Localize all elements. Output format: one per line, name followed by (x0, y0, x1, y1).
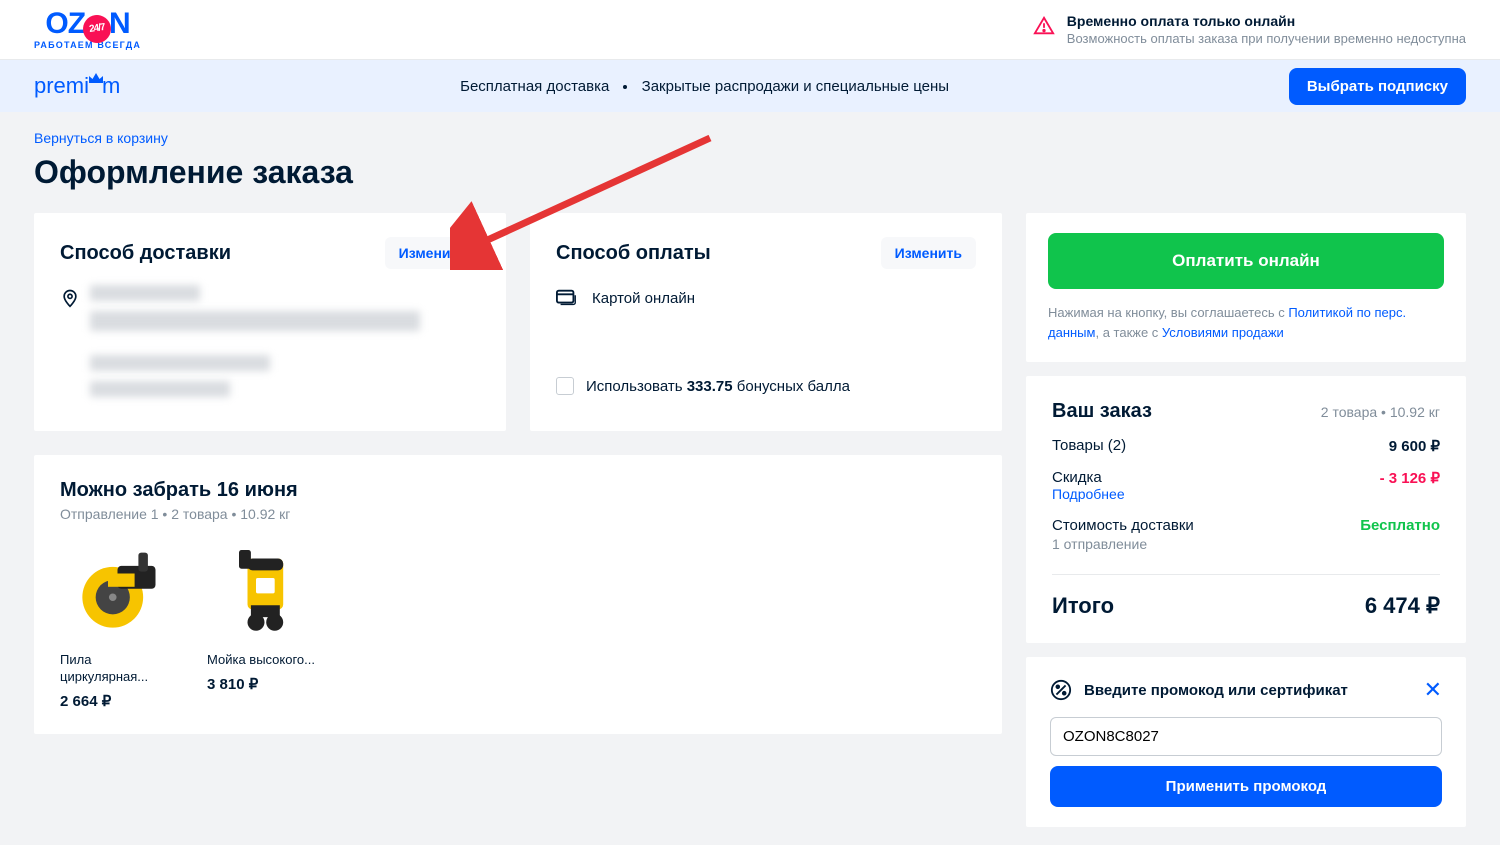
sale-terms-link[interactable]: Условиями продажи (1162, 325, 1284, 340)
choose-subscription-button[interactable]: Выбрать подписку (1289, 68, 1466, 105)
promo-title: Введите промокод или сертификат (1084, 682, 1348, 699)
total-label: Итого (1052, 593, 1114, 619)
redacted-address-line (90, 355, 270, 371)
back-to-cart-link[interactable]: Вернуться в корзину (34, 130, 168, 146)
ship-value: Бесплатно (1360, 517, 1440, 534)
top-header: OZ24/7N РАБОТАЕМ ВСЕГДА Временно оплата … (0, 0, 1500, 60)
ozon-logo[interactable]: OZ24/7N РАБОТАЕМ ВСЕГДА (34, 9, 141, 50)
discount-label: Скидка (1052, 469, 1125, 486)
premium-bar: premim Бесплатная доставка Закрытые расп… (0, 60, 1500, 112)
notice-sub: Возможность оплаты заказа при получении … (1067, 31, 1466, 46)
ship-label: Стоимость доставки (1052, 517, 1194, 534)
dot-separator (623, 85, 627, 89)
alert-icon (1033, 15, 1055, 37)
pickup-title: Можно забрать 16 июня (60, 479, 976, 502)
summary-title: Ваш заказ (1052, 400, 1152, 423)
pay-online-button[interactable]: Оплатить онлайн (1048, 233, 1444, 289)
discount-more-link[interactable]: Подробнее (1052, 486, 1125, 502)
payment-notice: Временно оплата только онлайн Возможност… (1033, 13, 1466, 46)
apply-promo-button[interactable]: Применить промокод (1050, 766, 1442, 807)
product-item[interactable]: Пила циркулярная... 2 664 ₽ (60, 542, 175, 710)
product-price: 2 664 ₽ (60, 692, 175, 710)
card-icon (556, 289, 578, 307)
product-image (215, 542, 315, 642)
product-image (68, 542, 168, 642)
percent-icon (1050, 679, 1072, 701)
crown-icon (89, 73, 103, 83)
pickup-card: Можно забрать 16 июня Отправление 1 • 2 … (34, 455, 1002, 734)
premium-benefits: Бесплатная доставка Закрытые распродажи … (460, 78, 949, 95)
change-payment-button[interactable]: Изменить (881, 237, 976, 269)
total-value: 6 474 ₽ (1365, 593, 1440, 619)
premium-logo[interactable]: premim (34, 73, 120, 99)
use-bonus-row[interactable]: Использовать 333.75 бонусных балла (556, 377, 976, 395)
product-item[interactable]: Мойка высокого... 3 810 ₽ (207, 542, 322, 710)
redacted-address-line (90, 381, 230, 397)
premium-benefit: Закрытые распродажи и специальные цены (642, 78, 949, 95)
promo-card: Введите промокод или сертификат ✕ Примен… (1026, 657, 1466, 827)
pickup-sub: Отправление 1 • 2 товара • 10.92 кг (60, 506, 976, 522)
close-icon[interactable]: ✕ (1424, 677, 1442, 703)
promo-input[interactable] (1050, 717, 1442, 756)
ship-sub: 1 отправление (1052, 536, 1194, 552)
items-value: 9 600 ₽ (1389, 437, 1440, 455)
summary-meta: 2 товара • 10.92 кг (1321, 404, 1440, 420)
change-delivery-button[interactable]: Изменить (385, 237, 480, 269)
logo-text: OZ (45, 7, 85, 40)
delivery-card: Способ доставки Изменить (34, 213, 506, 431)
bonus-label: Использовать 333.75 бонусных балла (586, 378, 850, 395)
agree-text: Нажимая на кнопку, вы соглашаетесь с Пол… (1048, 303, 1444, 342)
discount-value: - 3 126 ₽ (1380, 469, 1440, 487)
payment-title: Способ оплаты (556, 242, 711, 265)
location-pin-icon (60, 287, 80, 309)
product-name: Мойка высокого... (207, 652, 322, 669)
payment-method: Картой онлайн (592, 290, 695, 307)
items-label: Товары (2) (1052, 437, 1126, 454)
notice-title: Временно оплата только онлайн (1067, 13, 1466, 29)
redacted-address-line (90, 311, 420, 331)
redacted-address-line (90, 285, 200, 301)
premium-benefit: Бесплатная доставка (460, 78, 609, 95)
delivery-title: Способ доставки (60, 242, 231, 265)
product-name: Пила циркулярная... (60, 652, 175, 686)
order-summary-card: Ваш заказ 2 товара • 10.92 кг Товары (2)… (1026, 376, 1466, 643)
logo-text: N (109, 7, 130, 40)
bonus-checkbox[interactable] (556, 377, 574, 395)
product-price: 3 810 ₽ (207, 675, 322, 693)
page-title: Оформление заказа (34, 154, 1466, 191)
payment-card: Способ оплаты Изменить Картой онлайн Исп… (530, 213, 1002, 431)
